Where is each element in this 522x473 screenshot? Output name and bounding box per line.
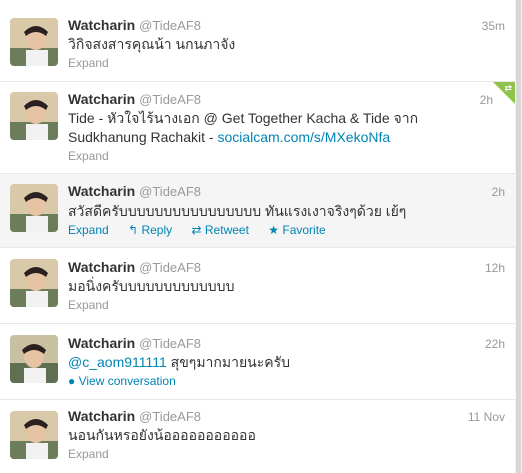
avatar[interactable] bbox=[10, 411, 58, 459]
star-icon: ★ bbox=[268, 223, 280, 237]
reply-arrow-icon: ↰ bbox=[128, 223, 139, 237]
expand-link[interactable]: Expand bbox=[68, 447, 109, 461]
avatar[interactable] bbox=[10, 92, 58, 140]
reply-button[interactable]: ↰ Reply bbox=[128, 223, 172, 237]
tweet-text: นอนกันหรอยังน้อออออออออออ bbox=[68, 427, 256, 443]
retweet-icon: ⇄ bbox=[504, 83, 512, 93]
display-name[interactable]: Watcharin @TideAF8 bbox=[68, 408, 201, 424]
tweet[interactable]: Watcharin @TideAF8 11 Nov นอนกันหรอยังน้อ… bbox=[0, 400, 515, 473]
timestamp[interactable]: 12h bbox=[485, 261, 505, 275]
username[interactable]: @TideAF8 bbox=[139, 260, 201, 275]
timestamp[interactable]: 2h bbox=[492, 185, 505, 199]
display-name[interactable]: Watcharin @TideAF8 bbox=[68, 183, 201, 199]
tweet-actions: Expand ↰ Reply ⇄ Retweet ★ Favorite bbox=[68, 223, 342, 237]
tweet-text: @c_aom911111 สุขๆมากมายนะครับ bbox=[68, 354, 291, 370]
tweet-stream: Watcharin @TideAF8 35m วิกิจสงสารคุณน้า น… bbox=[0, 0, 515, 473]
timestamp[interactable]: 2h bbox=[480, 93, 493, 107]
timestamp[interactable]: 22h bbox=[485, 337, 505, 351]
display-name[interactable]: Watcharin @TideAF8 bbox=[68, 335, 201, 351]
tweet[interactable]: Watcharin @TideAF8 12h มอนิ่งครับบบบบบบบบ… bbox=[0, 248, 515, 324]
tweet[interactable]: Watcharin @TideAF8 35m วิกิจสงสารคุณน้า น… bbox=[0, 0, 515, 82]
scrollbar-thumb[interactable] bbox=[516, 0, 521, 473]
display-name[interactable]: Watcharin @TideAF8 bbox=[68, 17, 201, 33]
username[interactable]: @TideAF8 bbox=[139, 184, 201, 199]
tweet-text: Tide - หัวใจไร้นางเอก @ Get Together Kac… bbox=[68, 110, 419, 145]
username[interactable]: @TideAF8 bbox=[139, 409, 201, 424]
avatar[interactable] bbox=[10, 335, 58, 383]
speech-bubble-icon: ● bbox=[68, 374, 76, 388]
tweet-text: มอนิ่งครับบบบบบบบบบบบบ bbox=[68, 278, 235, 294]
display-name[interactable]: Watcharin @TideAF8 bbox=[68, 259, 201, 275]
timestamp[interactable]: 35m bbox=[482, 19, 505, 33]
avatar[interactable] bbox=[10, 184, 58, 232]
tweet-text: วิกิจสงสารคุณน้า นกนภาจัง bbox=[68, 36, 236, 52]
tweet-text: สวัสดีครับบบบบบบบบบบบบบบบ ทันแรงเงาจริงๆ… bbox=[68, 203, 407, 219]
username[interactable]: @TideAF8 bbox=[139, 336, 201, 351]
expand-link[interactable]: Expand bbox=[68, 223, 109, 237]
retweet-icon: ⇄ bbox=[191, 223, 202, 237]
scrollbar[interactable] bbox=[515, 0, 522, 473]
expand-link[interactable]: Expand bbox=[68, 56, 109, 70]
username[interactable]: @TideAF8 bbox=[139, 18, 201, 33]
favorite-button[interactable]: ★ Favorite bbox=[268, 223, 325, 237]
expand-link[interactable]: Expand bbox=[68, 149, 109, 163]
avatar[interactable] bbox=[10, 259, 58, 307]
display-name[interactable]: Watcharin @TideAF8 bbox=[68, 91, 201, 107]
mention-link[interactable]: @c_aom911111 bbox=[68, 354, 167, 370]
expand-link[interactable]: Expand bbox=[68, 298, 109, 312]
view-conversation-link[interactable]: ● View conversation bbox=[68, 374, 176, 388]
timestamp[interactable]: 11 Nov bbox=[468, 410, 505, 424]
tweet-link[interactable]: socialcam.com/s/MXekoNfa bbox=[217, 129, 390, 145]
avatar[interactable] bbox=[10, 18, 58, 66]
tweet[interactable]: Watcharin @TideAF8 2h สวัสดีครับบบบบบบบบบ… bbox=[0, 174, 515, 248]
retweet-button[interactable]: ⇄ Retweet bbox=[191, 223, 248, 237]
username[interactable]: @TideAF8 bbox=[139, 92, 201, 107]
tweet[interactable]: ⇄ Watcharin @TideAF8 2h Tide - หัวใจไร้นา… bbox=[0, 82, 515, 174]
tweet[interactable]: Watcharin @TideAF8 22h @c_aom911111 สุขๆม… bbox=[0, 324, 515, 400]
